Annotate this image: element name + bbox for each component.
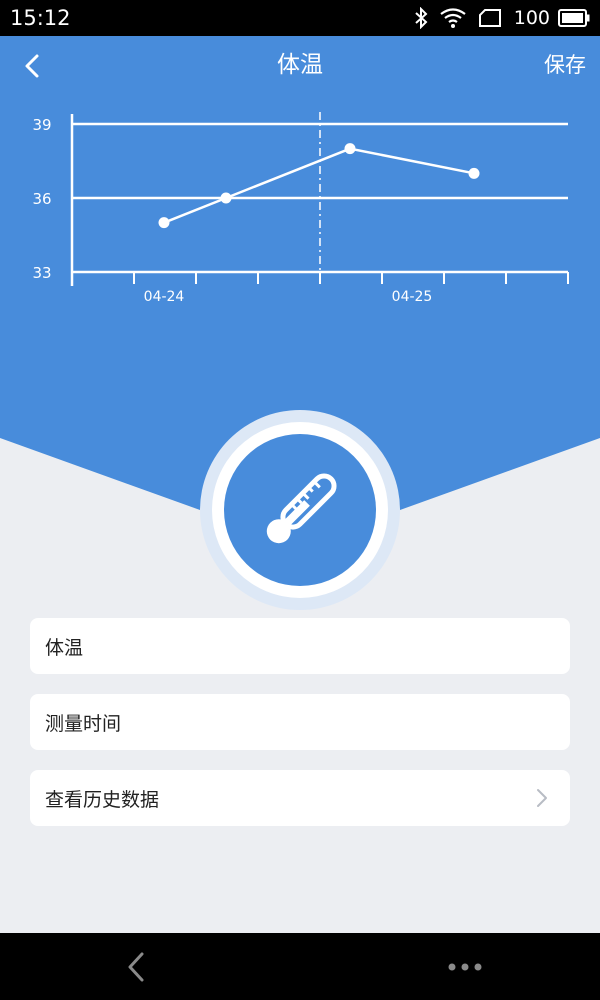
row-measure-time[interactable]: 测量时间 [30, 694, 570, 750]
nav-bar: 体温 保存 [0, 36, 600, 96]
chart-series [158, 143, 480, 229]
status-icons: 100 [414, 5, 590, 31]
temperature-chart: 39 36 33 04-24 04-25 [32, 112, 569, 305]
sim-icon [478, 8, 502, 28]
battery-level: 100 [513, 7, 550, 29]
system-nav-bar [0, 933, 600, 1000]
row-label: 体温 [45, 636, 84, 659]
chevron-left-icon [25, 54, 39, 78]
chevron-left-icon [128, 952, 144, 982]
back-button[interactable] [14, 48, 50, 84]
chevron-right-icon [537, 789, 547, 807]
y-tick-label: 33 [32, 264, 51, 282]
series-line [163, 147, 475, 224]
status-bar: 15:12 100 [0, 0, 600, 36]
chart-x-ticks: 04-24 04-25 [144, 289, 433, 305]
thermometer-icon [266, 473, 337, 544]
data-point [158, 217, 170, 229]
save-button[interactable]: 保存 [544, 50, 586, 80]
phone-screen: 15:12 100 体温 保存 39 36 33 04-24 04-25 体温 … [0, 0, 600, 1000]
row-label: 测量时间 [45, 712, 122, 735]
row-temperature[interactable]: 体温 [30, 618, 570, 674]
data-point [468, 167, 480, 179]
y-tick-label: 36 [32, 190, 51, 208]
row-label: 查看历史数据 [45, 788, 160, 811]
battery-icon [558, 9, 590, 27]
y-tick-label: 39 [32, 116, 51, 134]
chart-y-ticks: 39 36 33 [32, 116, 51, 282]
bluetooth-icon [414, 7, 428, 29]
status-time: 15:12 [10, 6, 71, 30]
page-title: 体温 [277, 52, 323, 78]
thermometer-badge [224, 434, 376, 586]
x-tick-label: 04-24 [144, 289, 185, 305]
data-point [344, 143, 356, 155]
more-dots-icon [448, 963, 482, 971]
nav-back-button[interactable] [120, 949, 152, 985]
data-point [220, 192, 232, 204]
nav-more-button[interactable] [442, 955, 488, 979]
x-tick-label: 04-25 [392, 289, 433, 305]
chart-grid [70, 112, 569, 286]
row-view-history[interactable]: 查看历史数据 [30, 770, 570, 826]
wifi-icon [440, 8, 466, 28]
